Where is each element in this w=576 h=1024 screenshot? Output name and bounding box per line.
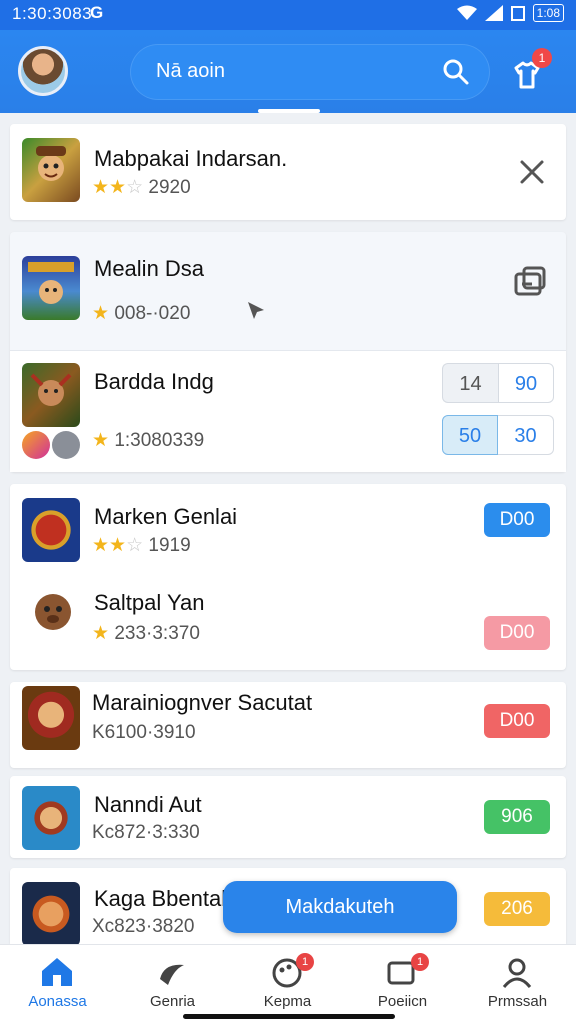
character-icon xyxy=(28,262,74,304)
controller-icon xyxy=(160,964,184,985)
app-title: Marken Genlai xyxy=(94,504,238,529)
avatar[interactable] xyxy=(18,46,68,96)
nav-label: Aonassa xyxy=(28,993,87,1010)
nav-item-home[interactable]: Aonassa xyxy=(0,945,115,1024)
app-rating: ★ 1:3080339 xyxy=(92,429,204,452)
app-card-group: Marken Genlai ★★☆ 1919 D00 Saltpal Yan ★… xyxy=(10,484,566,670)
game-thumbnail xyxy=(22,256,80,320)
nav-label: Kepma xyxy=(263,993,312,1010)
cursor-icon xyxy=(248,302,264,319)
app-title: Bardda Indg xyxy=(94,369,214,394)
nav-badge: 1 xyxy=(296,953,314,971)
instagram-icon[interactable] xyxy=(22,431,50,459)
app-title: Marainiognver Sacutat xyxy=(92,690,313,715)
character-icon xyxy=(30,373,72,406)
app-subtitle: K6100·3910 xyxy=(92,722,196,743)
stat-box[interactable]: 14 xyxy=(442,363,498,403)
star-icon: ☆ xyxy=(126,535,144,556)
game-thumbnail xyxy=(22,498,80,562)
app-title: Nanndi Aut xyxy=(94,792,202,817)
star-icon: ★★ xyxy=(92,177,127,198)
search-icon[interactable] xyxy=(440,56,472,88)
list-item[interactable]: Marken Genlai ★★☆ 1919 D00 xyxy=(10,484,566,574)
nav-label: Prmssah xyxy=(487,993,548,1010)
star-icon: ☆ xyxy=(126,177,144,198)
battery-indicator: 1:08 xyxy=(532,4,564,22)
character-icon xyxy=(35,594,71,630)
nav-item-kepma[interactable]: 1 Kepma xyxy=(230,945,345,1024)
storage-icon xyxy=(510,6,525,21)
install-button[interactable]: 906 xyxy=(484,800,550,834)
status-bar: 1:30:3083 G 1:08 xyxy=(0,0,576,30)
app-card[interactable]: Nanndi Aut Kc872·3:330 906 xyxy=(10,776,566,858)
app-rating: ★ 008-·020 xyxy=(92,302,190,325)
nav-item-games[interactable]: Genria xyxy=(115,945,230,1024)
home-indicator[interactable] xyxy=(183,1014,395,1019)
notification-badge: 1 xyxy=(532,48,552,68)
floating-action-button[interactable]: Makdakuteh xyxy=(223,881,457,933)
install-button[interactable]: 206 xyxy=(484,892,550,926)
notification-button[interactable]: 1 xyxy=(510,48,552,94)
bottom-navigation: Aonassa Genria 1 Kepma 1 Poeiicn Prmssah xyxy=(0,944,576,1024)
profile-icon xyxy=(502,958,532,988)
game-thumbnail xyxy=(22,686,80,750)
search-bar[interactable]: Nā aoin xyxy=(130,44,490,100)
tab-indicator xyxy=(258,109,320,113)
stat-box[interactable]: 50 xyxy=(442,415,498,455)
game-thumbnail xyxy=(22,363,80,427)
rating-count: 008-·020 xyxy=(114,303,191,324)
app-card-group: Mealin Dsa ★ 008-·020 Bardda Indg ★ 1:30… xyxy=(10,232,566,472)
install-button[interactable]: D00 xyxy=(484,503,550,537)
app-card[interactable]: Mabpakai Indarsan. ★★☆ 2920 xyxy=(10,124,566,220)
star-icon: ★ xyxy=(92,430,110,451)
rating-count: 2920 xyxy=(148,177,191,198)
star-icon: ★ xyxy=(92,303,110,324)
app-rating: ★★☆ 1919 xyxy=(92,534,191,557)
game-thumbnail xyxy=(22,786,80,850)
app-title: Mealin Dsa xyxy=(94,256,205,281)
stat-box[interactable]: 30 xyxy=(498,415,554,455)
app-subtitle: Kc872·3:330 xyxy=(92,822,200,843)
app-header: Nā aoin 1 xyxy=(0,30,576,113)
wifi-icon xyxy=(456,5,477,20)
search-input[interactable]: Nā aoin xyxy=(156,60,225,83)
app-title: Mabpakai Indarsan. xyxy=(94,146,288,171)
character-icon xyxy=(36,146,66,181)
nav-item-profile[interactable]: Prmssah xyxy=(460,945,575,1024)
app-card[interactable]: Marainiognver Sacutat K6100·3910 D00 xyxy=(10,682,566,768)
rating-count: 1:3080339 xyxy=(114,430,205,451)
app-rating: ★★☆ 2920 xyxy=(92,176,191,199)
nav-label: Genria xyxy=(149,993,196,1010)
nav-badge: 1 xyxy=(411,953,429,971)
stat-box[interactable]: 90 xyxy=(498,363,554,403)
signal-icon xyxy=(484,5,503,21)
google-icon: G xyxy=(90,3,104,22)
home-icon xyxy=(42,958,72,986)
install-button[interactable]: D00 xyxy=(484,616,550,650)
list-item[interactable]: Mealin Dsa ★ 008-·020 xyxy=(10,232,566,350)
nav-label: Poeiicn xyxy=(377,993,428,1010)
gallery-icon[interactable] xyxy=(52,431,80,459)
app-rating: ★ 233·3:370 xyxy=(92,622,200,645)
game-thumbnail xyxy=(22,882,80,946)
app-title: Saltpal Yan xyxy=(94,590,205,615)
star-icon: ★★ xyxy=(92,535,127,556)
rating-count: 233·3:370 xyxy=(114,623,200,644)
close-icon[interactable] xyxy=(518,158,546,186)
list-item[interactable]: Bardda Indg ★ 1:3080339 14 90 50 30 xyxy=(10,351,566,472)
app-subtitle: Xc823·3820 xyxy=(92,916,195,937)
app-title: Kaga Bbental xyxy=(94,886,227,911)
star-icon: ★ xyxy=(92,623,110,644)
list-item[interactable]: Saltpal Yan ★ 233·3:370 D00 xyxy=(10,574,566,670)
game-thumbnail xyxy=(22,138,80,202)
nav-item-messages[interactable]: 1 Poeiicn xyxy=(345,945,460,1024)
rating-count: 1919 xyxy=(148,535,191,556)
install-button[interactable]: D00 xyxy=(484,704,550,738)
install-icon[interactable] xyxy=(512,264,548,300)
status-time: 1:30:3083 xyxy=(12,4,93,23)
